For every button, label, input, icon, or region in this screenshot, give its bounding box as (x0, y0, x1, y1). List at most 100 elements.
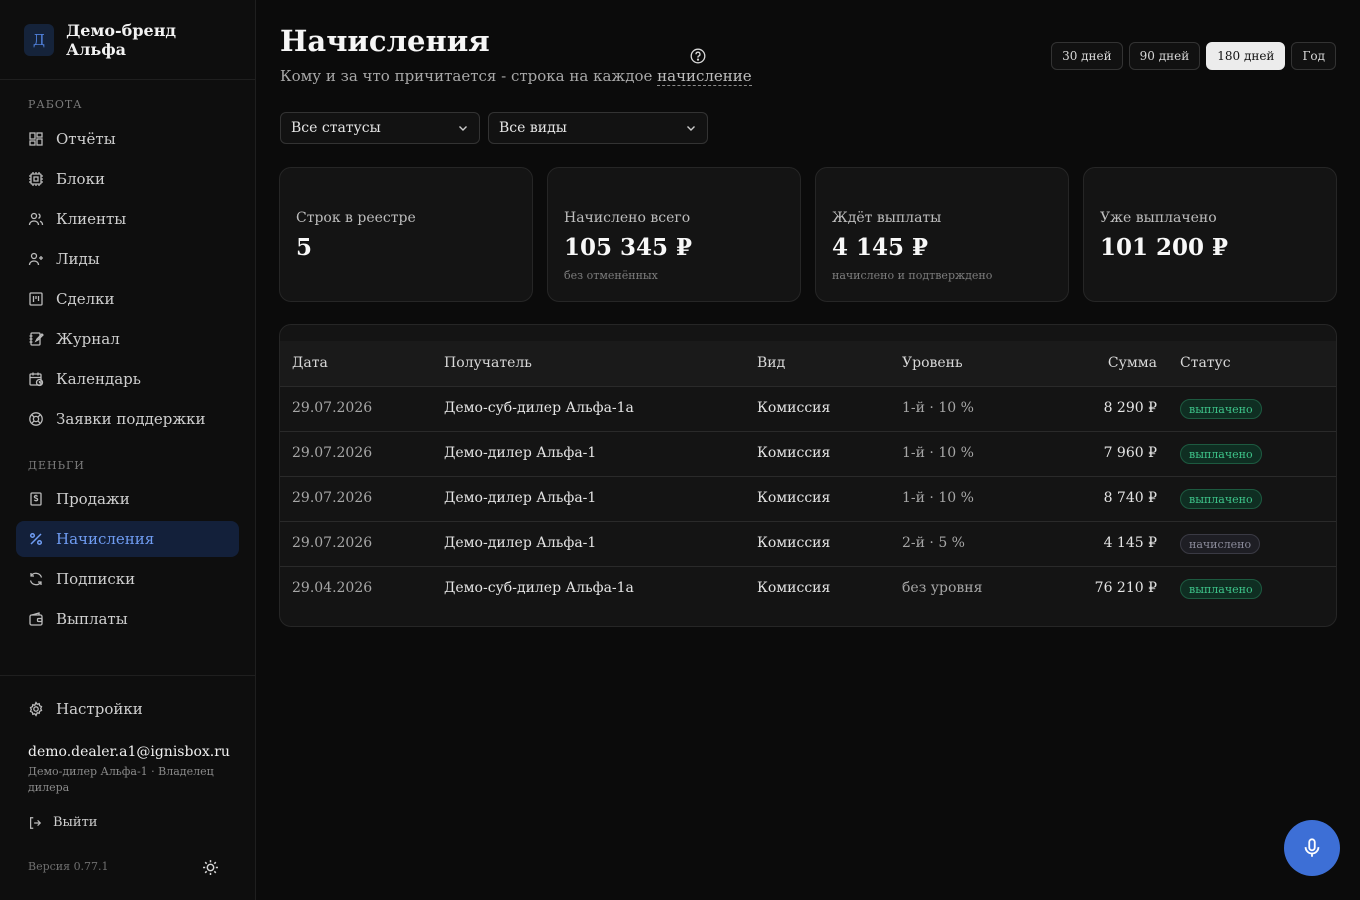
cell-level: 2-й · 5 % (902, 535, 965, 551)
sun-icon[interactable] (202, 859, 219, 876)
sidebar-item-label: Выплаты (56, 610, 128, 628)
sidebar-divider (0, 675, 255, 676)
sidebar-item-subscriptions[interactable]: Подписки (16, 561, 239, 597)
section-label-work: РАБОТА (28, 98, 83, 111)
range-year-button[interactable]: Год (1291, 42, 1336, 70)
cell-recipient: Демо-суб-дилер Альфа-1а (444, 400, 634, 416)
gear-icon (29, 701, 43, 717)
section-label-money: ДЕНЬГИ (28, 459, 85, 472)
sidebar-item-label: Календарь (56, 370, 141, 388)
lifebuoy-icon (29, 412, 43, 426)
sidebar-item-label: Сделки (56, 290, 115, 308)
table-row[interactable]: 29.07.2026 Демо-дилер Альфа-1 Комиссия 1-й … (280, 477, 1336, 522)
status-badge: выплачено (1180, 444, 1262, 464)
range-30-days-button[interactable]: 30 дней (1051, 42, 1123, 70)
status-badge: выплачено (1180, 579, 1262, 599)
users-icon (28, 212, 44, 226)
stat-label: Ждёт выплаты (832, 210, 942, 226)
sidebar-item-blocks[interactable]: Блоки (16, 161, 239, 197)
sidebar-item-label: Подписки (56, 570, 136, 588)
cell-kind: Комиссия (757, 400, 831, 416)
stat-card-rows: Строк в реестре 5 (279, 167, 533, 302)
notebook-icon (29, 332, 44, 346)
column-header-amount[interactable]: Сумма (1057, 355, 1157, 371)
date-range-selector: 30 дней 90 дней 180 дней Год (1051, 42, 1336, 70)
logout-button[interactable]: Выйти (28, 815, 97, 830)
kind-filter-select[interactable]: Все виды (488, 112, 708, 144)
sidebar: Д Демо-бренд Альфа РАБОТА Отчёты Блоки К… (0, 0, 256, 900)
chevron-down-icon (687, 126, 695, 131)
stat-card-awaiting-payout: Ждёт выплаты 4 145 ₽ начислено и подтвер… (815, 167, 1069, 302)
status-filter-value: Все статусы (291, 120, 381, 136)
sidebar-item-reports[interactable]: Отчёты (16, 121, 239, 157)
table-header: Дата Получатель Вид Уровень Сумма Статус (280, 341, 1336, 387)
kanban-icon (29, 292, 43, 306)
cell-kind: Комиссия (757, 535, 831, 551)
stat-value: 105 345 ₽ (564, 234, 693, 261)
cell-level: 1-й · 10 % (902, 445, 974, 461)
stat-label: Уже выплачено (1100, 210, 1217, 226)
brand[interactable]: Д Демо-бренд Альфа (0, 0, 255, 80)
cell-kind: Комиссия (757, 580, 831, 596)
sidebar-item-settings[interactable]: Настройки (16, 691, 239, 727)
cell-recipient: Демо-суб-дилер Альфа-1а (444, 580, 634, 596)
cell-date: 29.04.2026 (292, 580, 373, 596)
percent-icon (29, 532, 43, 546)
cell-recipient: Демо-дилер Альфа-1 (444, 490, 597, 506)
refresh-icon (29, 572, 43, 586)
brand-name: Демо-бренд Альфа (66, 20, 177, 59)
column-header-date[interactable]: Дата (292, 355, 328, 371)
cell-date: 29.07.2026 (292, 490, 373, 506)
dashboard-icon (29, 132, 43, 146)
sidebar-item-deals[interactable]: Сделки (16, 281, 239, 317)
status-badge: начислено (1180, 534, 1261, 554)
sidebar-item-calendar[interactable]: Календарь (16, 361, 239, 397)
stat-note: начислено и подтверждено (832, 269, 993, 282)
stat-value: 5 (296, 234, 313, 261)
cell-recipient: Демо-дилер Альфа-1 (444, 535, 597, 551)
wallet-icon (29, 612, 43, 626)
user-role: Демо-дилер Альфа-1 · Владелец дилера (28, 765, 214, 794)
brand-avatar: Д (24, 23, 55, 56)
sidebar-item-label: Клиенты (56, 210, 127, 228)
sidebar-item-clients[interactable]: Клиенты (16, 201, 239, 237)
cell-amount: 7 960 ₽ (1103, 445, 1157, 461)
sidebar-item-sales[interactable]: Продажи (16, 481, 239, 517)
table-row[interactable]: 29.07.2026 Демо-дилер Альфа-1 Комиссия 1-й … (280, 432, 1336, 477)
status-badge: выплачено (1180, 399, 1262, 419)
accruals-table: Дата Получатель Вид Уровень Сумма Статус… (279, 324, 1337, 627)
column-header-recipient[interactable]: Получатель (444, 355, 532, 371)
subtitle-term[interactable]: начисление (657, 67, 752, 86)
stat-card-paid-out: Уже выплачено 101 200 ₽ (1083, 167, 1337, 302)
logout-label: Выйти (53, 815, 98, 830)
range-180-days-button[interactable]: 180 дней (1206, 42, 1286, 70)
table-row[interactable]: 29.07.2026 Демо-дилер Альфа-1 Комиссия 2-й … (280, 522, 1336, 567)
page-subtitle: Кому и за что причитается - строка на ка… (280, 67, 752, 86)
range-90-days-button[interactable]: 90 дней (1128, 42, 1201, 70)
status-filter-select[interactable]: Все статусы (280, 112, 480, 144)
help-icon[interactable] (690, 48, 706, 64)
sidebar-item-label: Блоки (56, 170, 105, 188)
table-row[interactable]: 29.07.2026 Демо-суб-дилер Альфа-1а Комисси… (280, 387, 1336, 432)
column-header-status[interactable]: Статус (1180, 355, 1231, 371)
sidebar-item-label: Продажи (56, 490, 130, 508)
cell-date: 29.07.2026 (292, 400, 373, 416)
column-header-kind[interactable]: Вид (757, 355, 785, 371)
stat-label: Строк в реестре (296, 210, 416, 226)
sidebar-item-support[interactable]: Заявки поддержки (16, 401, 239, 437)
sidebar-item-payouts[interactable]: Выплаты (16, 601, 239, 637)
cell-date: 29.07.2026 (292, 535, 373, 551)
user-plus-icon (28, 252, 43, 266)
cell-amount: 4 145 ₽ (1103, 535, 1157, 551)
sidebar-item-leads[interactable]: Лиды (16, 241, 239, 277)
sidebar-item-accruals[interactable]: Начисления (16, 521, 239, 557)
voice-input-button[interactable] (1284, 820, 1340, 876)
column-header-level[interactable]: Уровень (902, 355, 963, 371)
sidebar-item-journal[interactable]: Журнал (16, 321, 239, 357)
cell-level: 1-й · 10 % (902, 400, 974, 416)
table-row[interactable]: 29.04.2026 Демо-суб-дилер Альфа-1а Комисси… (280, 567, 1336, 612)
stat-card-accrued-total: Начислено всего 105 345 ₽ без отменённых (547, 167, 801, 302)
sidebar-item-label: Начисления (56, 530, 155, 548)
cell-recipient: Демо-дилер Альфа-1 (444, 445, 597, 461)
sidebar-item-label: Настройки (56, 700, 143, 718)
